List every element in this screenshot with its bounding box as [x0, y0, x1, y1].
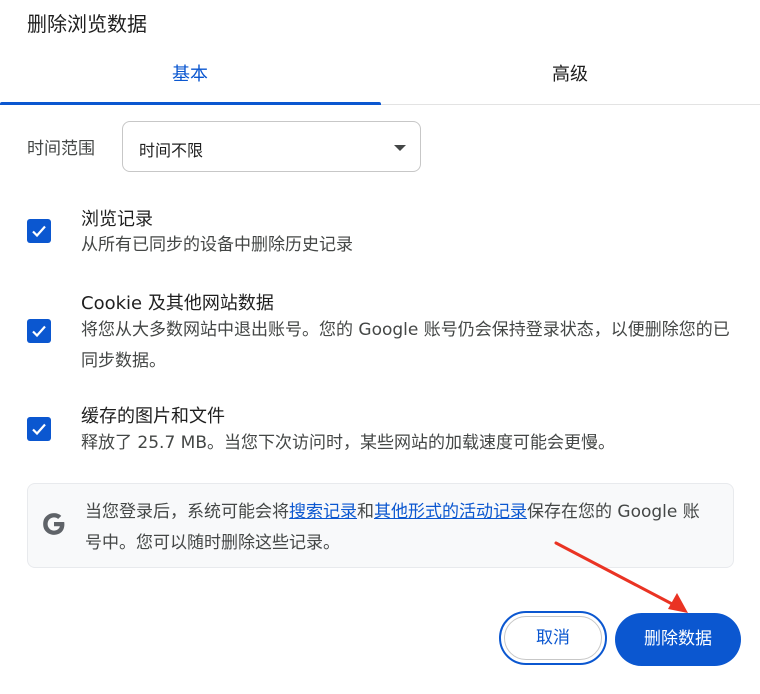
option-description: 从所有已同步的设备中删除历史记录	[81, 235, 353, 255]
time-range-value: 时间不限	[139, 141, 204, 160]
time-range-select[interactable]: 时间不限	[122, 121, 421, 172]
checkbox-cache[interactable]	[27, 417, 51, 441]
checkbox-cookies[interactable]	[27, 319, 51, 343]
option-description: 释放了 25.7 MB。当您下次访问时，某些网站的加载速度可能会更慢。	[81, 433, 615, 453]
info-text: 当您登录后，系统可能会将搜索记录和其他形式的活动记录保存在您的 Google 账…	[85, 497, 715, 559]
time-range-label: 时间范围	[27, 139, 95, 159]
tab-bar: 基本 高级	[0, 54, 760, 105]
option-title: Cookie 及其他网站数据	[81, 293, 274, 314]
delete-data-button[interactable]: 删除数据	[615, 613, 741, 666]
check-icon	[32, 325, 46, 338]
tab-advanced[interactable]: 高级	[380, 54, 760, 102]
cancel-button[interactable]: 取消	[499, 611, 607, 665]
option-title: 浏览记录	[81, 209, 153, 230]
caret-down-icon	[394, 145, 406, 151]
link-search-history[interactable]: 搜索记录	[289, 502, 357, 522]
checkbox-browsing-history[interactable]	[27, 219, 51, 243]
google-g-icon	[43, 513, 65, 535]
active-tab-indicator	[0, 102, 381, 105]
dialog-title: 删除浏览数据	[27, 12, 147, 36]
tab-basic[interactable]: 基本	[0, 54, 380, 102]
check-icon	[32, 225, 46, 238]
link-other-activity[interactable]: 其他形式的活动记录	[374, 502, 527, 522]
google-account-info: 当您登录后，系统可能会将搜索记录和其他形式的活动记录保存在您的 Google 账…	[27, 483, 734, 568]
option-title: 缓存的图片和文件	[81, 406, 225, 427]
info-text-before: 当您登录后，系统可能会将	[85, 502, 289, 522]
option-description: 将您从大多数网站中退出账号。您的 Google 账号仍会保持登录状态，以便删除您…	[81, 320, 730, 371]
check-icon	[32, 423, 46, 436]
info-text-mid: 和	[357, 502, 374, 522]
